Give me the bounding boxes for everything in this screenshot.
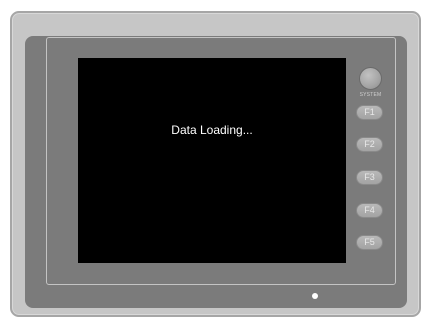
f2-key[interactable]: F2 — [356, 137, 383, 152]
f3-key[interactable]: F3 — [356, 170, 383, 185]
system-button[interactable] — [359, 67, 382, 90]
f5-key[interactable]: F5 — [356, 235, 383, 250]
system-button-label: SYSTEM — [359, 92, 382, 98]
led-indicator-icon — [312, 293, 318, 299]
display-screen[interactable]: Data Loading... — [78, 58, 346, 263]
loading-message: Data Loading... — [171, 123, 253, 137]
f1-key[interactable]: F1 — [356, 105, 383, 120]
f4-key[interactable]: F4 — [356, 203, 383, 218]
